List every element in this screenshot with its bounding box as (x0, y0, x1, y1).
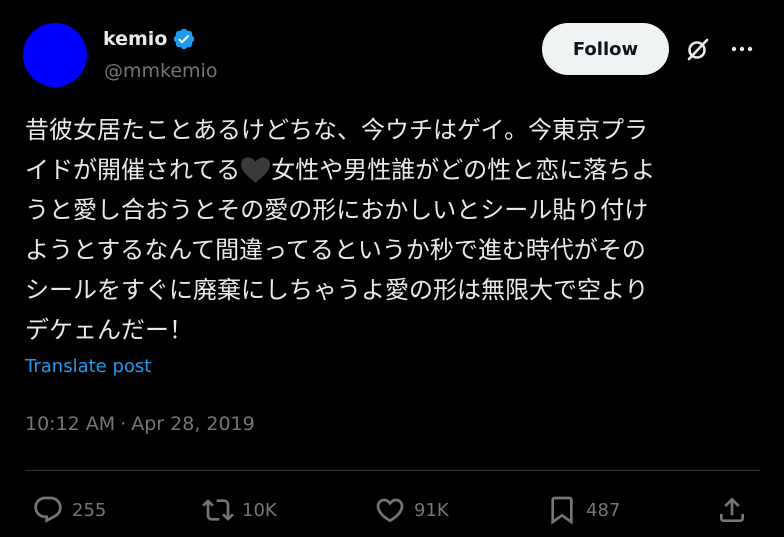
reply-button[interactable]: 255 (32, 488, 106, 532)
like-button[interactable]: 91K (374, 488, 449, 532)
timestamp-date[interactable]: Apr 28, 2019 (131, 413, 255, 435)
tweet-line: シールをすぐに廃棄にしちゃうよ愛の形は無限大で空より (25, 276, 649, 304)
timestamp-time[interactable]: 10:12 AM (25, 413, 115, 435)
avatar[interactable] (23, 23, 87, 87)
tweet-line-with-emoji: イドが開催されてる 女性や男性誰がどの性と恋に落ちよ (25, 150, 760, 190)
tweet-line: 昔彼女居たことあるけどちな、今ウチはゲイ。今東京プラ (25, 116, 649, 144)
timestamp[interactable]: 10:12 AM · Apr 28, 2019 (25, 413, 255, 435)
translate-post-link[interactable]: Translate post (25, 356, 151, 377)
bookmark-count: 487 (586, 499, 621, 521)
timestamp-separator: · (120, 413, 127, 435)
grok-icon[interactable] (685, 36, 711, 62)
follow-button[interactable]: Follow (542, 23, 669, 75)
tweet-line: うと愛し合おうとその愛の形におかしいとシール貼り付け (25, 196, 649, 224)
repost-button[interactable]: 10K (202, 488, 277, 532)
tweet-text: 昔彼女居たことあるけどちな、今ウチはゲイ。今東京プラ イドが開催されてる 女性や男… (25, 110, 760, 350)
bookmark-button[interactable]: 487 (546, 488, 620, 532)
reply-icon (34, 496, 62, 523)
like-count: 91K (414, 499, 449, 521)
tweet-line-segment: 女性や男性誰がどの性と恋に落ちよ (271, 156, 656, 184)
display-name[interactable]: kemio (103, 28, 167, 50)
verified-badge-icon[interactable] (172, 27, 196, 51)
divider (25, 470, 760, 471)
repost-count: 10K (242, 499, 277, 521)
more-icon[interactable] (729, 36, 755, 62)
action-bar: 255 10K 91K 487 (0, 488, 784, 532)
tweet-line: デケェんだー！ (25, 316, 193, 344)
bookmark-icon (551, 496, 573, 525)
author-name-row[interactable]: kemio (103, 26, 196, 52)
repost-icon (202, 499, 234, 521)
tweet-line-segment: イドが開催されてる (25, 156, 241, 184)
share-button[interactable] (716, 488, 748, 532)
author-handle[interactable]: @mmkemio (104, 60, 217, 82)
tweet-line: ようとするなんて間違ってるというか秒で進む時代がその (25, 236, 646, 264)
black-heart-icon (240, 156, 271, 184)
share-icon (720, 497, 744, 522)
reply-count: 255 (72, 499, 107, 521)
heart-icon (376, 498, 404, 523)
